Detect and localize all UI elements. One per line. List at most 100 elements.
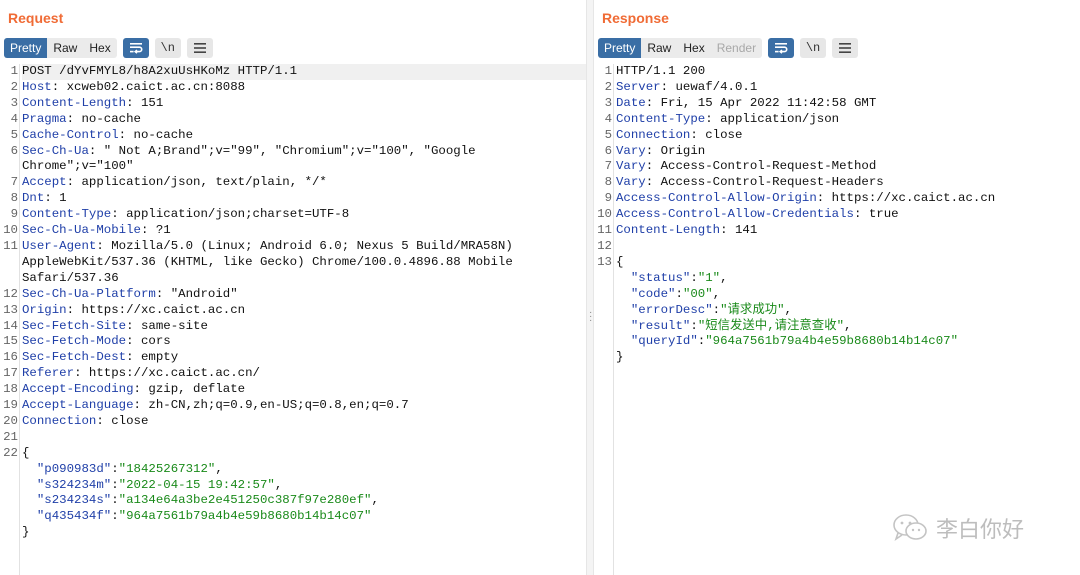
request-line[interactable]: 21 bbox=[0, 430, 586, 446]
request-line[interactable]: 22 { bbox=[0, 446, 586, 462]
request-line[interactable]: "s234234s":"a134e64a3be2e451250c387f97e2… bbox=[0, 493, 586, 509]
request-line[interactable]: 8 Dnt: 1 bbox=[0, 191, 586, 207]
request-line[interactable]: 18 Accept-Encoding: gzip, deflate bbox=[0, 382, 586, 398]
request-line[interactable]: "p090983d":"18425267312", bbox=[0, 462, 586, 478]
wrap-lines-icon[interactable] bbox=[768, 38, 795, 58]
line-number: 10 bbox=[597, 207, 612, 222]
response-line[interactable]: 6 Vary: Origin bbox=[594, 144, 1080, 160]
response-line[interactable]: 12 bbox=[594, 239, 1080, 255]
request-line[interactable]: "q435434f":"964a7561b79a4b4e59b8680b14b1… bbox=[0, 509, 586, 525]
request-line[interactable]: 12 Sec-Ch-Ua-Platform: "Android" bbox=[0, 287, 586, 303]
wrap-lines-icon[interactable] bbox=[122, 38, 149, 58]
response-line[interactable]: "result":"短信发送中,请注意查收", bbox=[594, 319, 1080, 335]
header-name: Date bbox=[616, 95, 646, 110]
line-code: "p090983d":"18425267312", bbox=[22, 462, 586, 478]
response-line[interactable]: "queryId":"964a7561b79a4b4e59b8680b14b14… bbox=[594, 334, 1080, 350]
line-code: Chrome";v="100" bbox=[22, 159, 586, 175]
response-line[interactable]: 3 Date: Fri, 15 Apr 2022 11:42:58 GMT bbox=[594, 96, 1080, 112]
newline-toggle-icon[interactable]: \n bbox=[154, 38, 181, 58]
response-line[interactable]: 10 Access-Control-Allow-Credentials: true bbox=[594, 207, 1080, 223]
request-line[interactable]: 16 Sec-Fetch-Dest: empty bbox=[0, 350, 586, 366]
response-line[interactable]: 9 Access-Control-Allow-Origin: https://xc… bbox=[594, 191, 1080, 207]
response-tab-hex[interactable]: Hex bbox=[677, 38, 711, 58]
response-line[interactable]: } bbox=[594, 350, 1080, 366]
response-tab-raw[interactable]: Raw bbox=[641, 38, 678, 58]
request-editor[interactable]: 1 POST /dYvFMYL8/h8A2xuUsHKoMz HTTP/1.1 2 H… bbox=[0, 64, 586, 541]
request-line[interactable]: 17 Referer: https://xc.caict.ac.cn/ bbox=[0, 366, 586, 382]
line-number bbox=[0, 525, 22, 541]
line-code: { bbox=[22, 446, 586, 462]
line-code: } bbox=[616, 350, 1080, 366]
request-tab-hex[interactable]: Hex bbox=[83, 38, 117, 58]
code-text: : " Not A;Brand";v="99", "Chromium";v="1… bbox=[88, 143, 476, 158]
response-line[interactable]: 2 Server: uewaf/4.0.1 bbox=[594, 80, 1080, 96]
json-key: "status" bbox=[630, 270, 691, 285]
response-line[interactable]: "errorDesc":"请求成功", bbox=[594, 303, 1080, 319]
code-text: : application/json;charset=UTF-8 bbox=[111, 207, 350, 222]
request-line[interactable]: 7 Accept: application/json, text/plain, *… bbox=[0, 175, 586, 191]
code-text: : close bbox=[96, 413, 149, 428]
response-line[interactable]: 5 Connection: close bbox=[594, 128, 1080, 144]
line-code: Connection: close bbox=[22, 414, 586, 430]
response-line[interactable]: 7 Vary: Access-Control-Request-Method bbox=[594, 159, 1080, 175]
line-number bbox=[0, 271, 22, 287]
request-line[interactable]: 10 Sec-Ch-Ua-Mobile: ?1 bbox=[0, 223, 586, 239]
request-line[interactable]: 11 User-Agent: Mozilla/5.0 (Linux; Androi… bbox=[0, 239, 586, 255]
code-text: : https://xc.caict.ac.cn bbox=[816, 191, 996, 206]
newline-toggle-icon[interactable]: \n bbox=[800, 38, 827, 58]
request-line[interactable]: "s324234m":"2022-04-15 19:42:57", bbox=[0, 478, 586, 494]
request-line[interactable]: Chrome";v="100" bbox=[0, 159, 586, 175]
wrap-lines-glyph bbox=[129, 43, 143, 54]
line-code: Content-Length: 141 bbox=[616, 223, 1080, 239]
response-line[interactable]: 8 Vary: Access-Control-Request-Headers bbox=[594, 175, 1080, 191]
code-text: : bbox=[712, 302, 721, 317]
request-line[interactable]: AppleWebKit/537.36 (KHTML, like Gecko) C… bbox=[0, 255, 586, 271]
line-code: AppleWebKit/537.36 (KHTML, like Gecko) C… bbox=[22, 255, 586, 271]
line-code: "queryId":"964a7561b79a4b4e59b8680b14b14… bbox=[616, 334, 1080, 350]
request-line[interactable]: } bbox=[0, 525, 586, 541]
line-number: 20 bbox=[3, 413, 18, 428]
request-line[interactable]: 9 Content-Type: application/json;charset=… bbox=[0, 207, 586, 223]
response-tab-render[interactable]: Render bbox=[710, 38, 763, 58]
hamburger-menu-icon[interactable] bbox=[186, 38, 213, 58]
request-line[interactable]: 4 Pragma: no-cache bbox=[0, 112, 586, 128]
request-tab-pretty[interactable]: Pretty bbox=[4, 38, 48, 58]
request-line[interactable]: 15 Sec-Fetch-Mode: cors bbox=[0, 334, 586, 350]
request-line[interactable]: 3 Content-Length: 151 bbox=[0, 96, 586, 112]
request-line[interactable]: 6 Sec-Ch-Ua: " Not A;Brand";v="99", "Chro… bbox=[0, 144, 586, 160]
response-line[interactable]: 11 Content-Length: 141 bbox=[594, 223, 1080, 239]
line-number: 7 bbox=[10, 175, 18, 190]
request-line[interactable]: 20 Connection: close bbox=[0, 414, 586, 430]
response-line[interactable]: "code":"00", bbox=[594, 287, 1080, 303]
request-line[interactable]: 14 Sec-Fetch-Site: same-site bbox=[0, 319, 586, 335]
code-text: } bbox=[22, 525, 30, 540]
response-line[interactable]: "status":"1", bbox=[594, 271, 1080, 287]
request-line[interactable]: 2 Host: xcweb02.caict.ac.cn:8088 bbox=[0, 80, 586, 96]
json-key: "s324234m" bbox=[36, 477, 112, 492]
response-tab-pretty[interactable]: Pretty bbox=[598, 38, 642, 58]
response-line[interactable]: 1 HTTP/1.1 200 bbox=[594, 64, 1080, 80]
request-line[interactable]: 19 Accept-Language: zh-CN,zh;q=0.9,en-US;… bbox=[0, 398, 586, 414]
header-name: Sec-Fetch-Dest bbox=[22, 350, 127, 365]
line-code: "q435434f":"964a7561b79a4b4e59b8680b14b1… bbox=[22, 509, 586, 525]
line-number: 21 bbox=[3, 429, 18, 444]
code-text: : bbox=[690, 270, 698, 285]
request-line[interactable]: 1 POST /dYvFMYL8/h8A2xuUsHKoMz HTTP/1.1 bbox=[0, 64, 586, 80]
header-name: Sec-Fetch-Site bbox=[22, 318, 127, 333]
line-number bbox=[0, 509, 22, 525]
code-text: { bbox=[22, 445, 30, 460]
pane-splitter[interactable]: · · · bbox=[586, 0, 594, 575]
response-line[interactable]: 4 Content-Type: application/json bbox=[594, 112, 1080, 128]
hamburger-menu-icon[interactable] bbox=[832, 38, 859, 58]
response-editor[interactable]: 1 HTTP/1.1 200 2 Server: uewaf/4.0.1 3 Date: … bbox=[594, 64, 1080, 366]
line-number: 2 bbox=[10, 79, 18, 94]
response-line[interactable]: 13 { bbox=[594, 255, 1080, 271]
request-line[interactable]: Safari/537.36 bbox=[0, 271, 586, 287]
request-line[interactable]: 5 Cache-Control: no-cache bbox=[0, 128, 586, 144]
code-text: { bbox=[616, 254, 624, 269]
request-line[interactable]: 13 Origin: https://xc.caict.ac.cn bbox=[0, 303, 586, 319]
request-tab-raw[interactable]: Raw bbox=[47, 38, 84, 58]
code-text: HTTP/1.1 200 bbox=[616, 64, 706, 78]
